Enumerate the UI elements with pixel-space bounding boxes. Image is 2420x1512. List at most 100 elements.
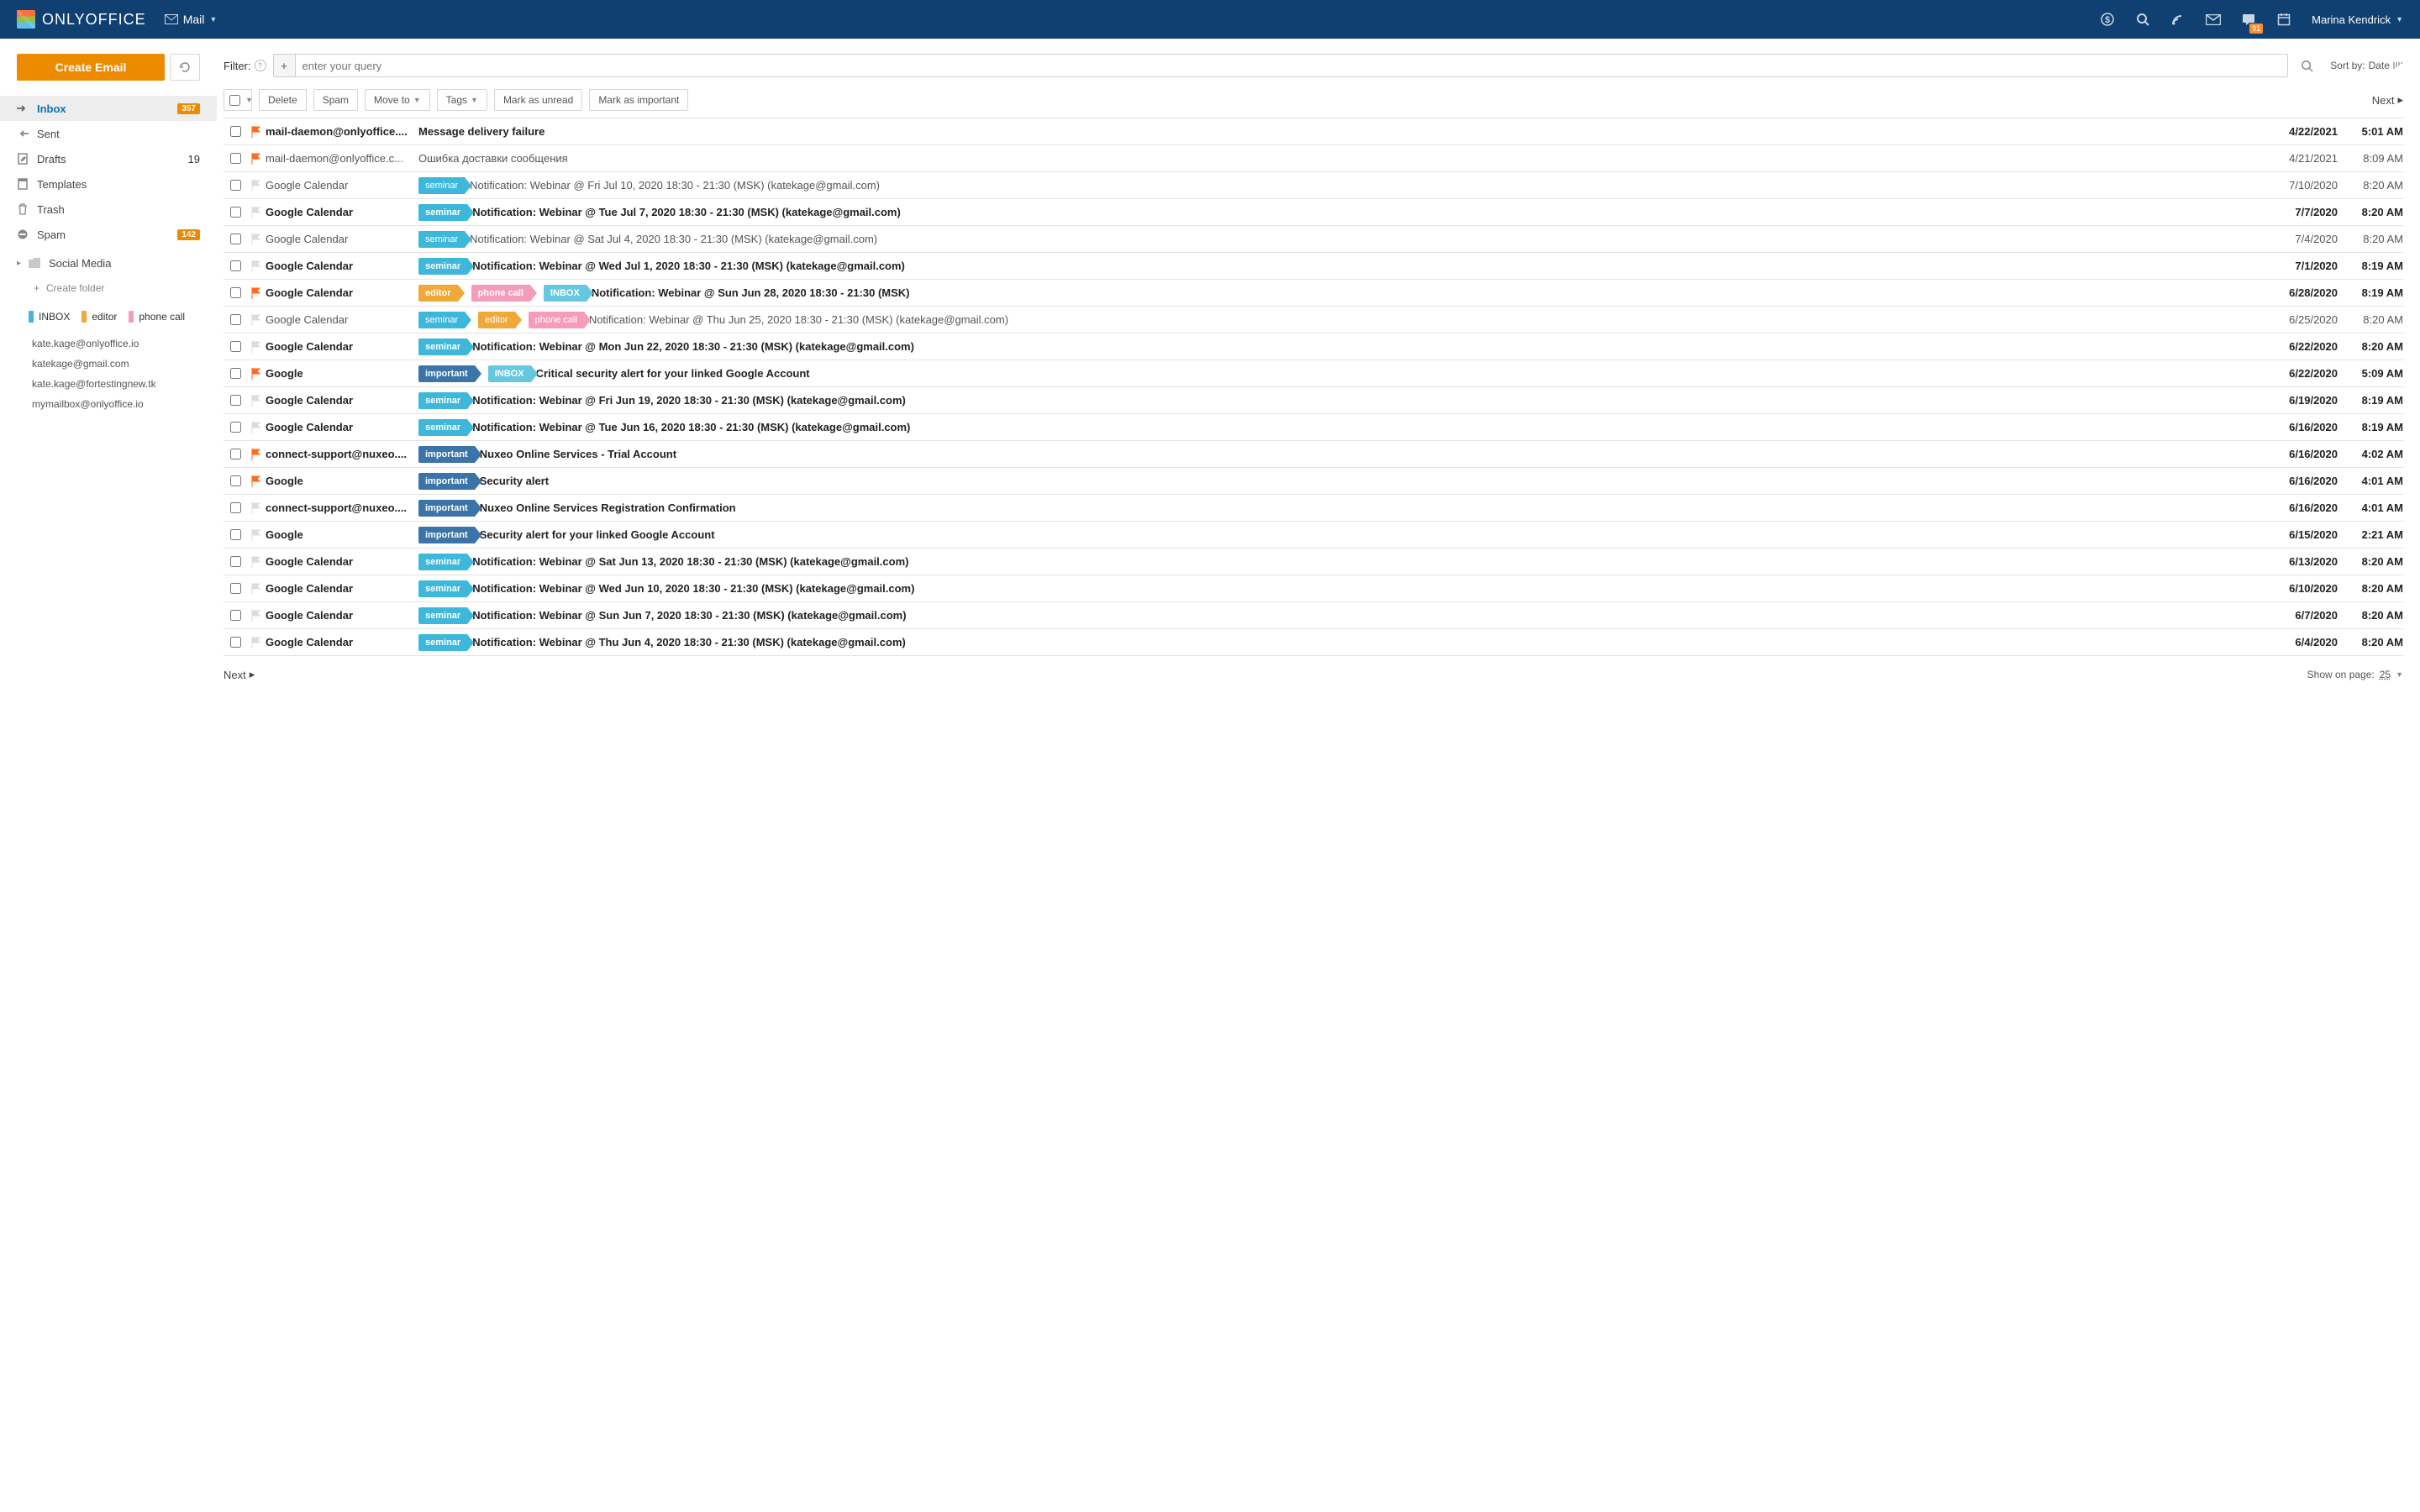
tag-seminar[interactable]: seminar (418, 392, 467, 409)
select-all-checkbox[interactable]: ▼ (224, 89, 252, 111)
mail-row[interactable]: Google CalendarseminarNotification: Webi… (224, 387, 2403, 414)
filter-input[interactable] (296, 55, 2288, 76)
mail-row[interactable]: Google CalendarseminarNotification: Webi… (224, 629, 2403, 656)
mail-row[interactable]: mail-daemon@onlyoffice.c...Ошибка достав… (224, 145, 2403, 172)
sort-by[interactable]: Sort by: Date (2330, 60, 2403, 71)
help-icon[interactable]: ? (255, 60, 266, 71)
sidebar-folder-trash[interactable]: Trash (0, 197, 217, 222)
page-size-selector[interactable]: Show on page: 25 ▼ (2307, 669, 2403, 680)
mail-subject[interactable]: importantNuxeo Online Services - Trial A… (418, 446, 2267, 463)
tag-seminar[interactable]: seminar (418, 580, 467, 597)
feed-icon[interactable] (2170, 12, 2186, 27)
mail-subject[interactable]: seminarNotification: Webinar @ Mon Jun 2… (418, 339, 2267, 355)
legend-item[interactable]: INBOX (29, 311, 70, 323)
tag-phonecall[interactable]: phone call (529, 312, 584, 328)
tag-inbox[interactable]: INBOX (544, 285, 587, 302)
tag-seminar[interactable]: seminar (418, 419, 467, 436)
flag-icon[interactable] (247, 529, 266, 541)
mail-sender[interactable]: Google Calendar (266, 340, 418, 353)
mail-row[interactable]: GoogleimportantSecurity alert for your l… (224, 522, 2403, 549)
flag-icon[interactable] (247, 449, 266, 460)
row-checkbox[interactable] (224, 529, 247, 540)
mail-subject[interactable]: editorphone callINBOXNotification: Webin… (418, 285, 2267, 302)
mail-row[interactable]: Google CalendarseminarNotification: Webi… (224, 575, 2403, 602)
mail-subject[interactable]: seminarNotification: Webinar @ Sat Jun 1… (418, 554, 2267, 570)
account-item[interactable]: kate.kage@fortestingnew.tk (32, 378, 200, 390)
tag-seminar[interactable]: seminar (418, 204, 467, 221)
tag-seminar[interactable]: seminar (418, 177, 465, 194)
sidebar-folder-spam[interactable]: Spam142 (0, 222, 217, 247)
mail-sender[interactable]: Google Calendar (266, 286, 418, 299)
mail-sender[interactable]: Google Calendar (266, 313, 418, 326)
row-checkbox[interactable] (224, 610, 247, 621)
mail-subject[interactable]: seminarNotification: Webinar @ Sat Jul 4… (418, 231, 2267, 248)
mail-sender[interactable]: Google Calendar (266, 233, 418, 245)
tags-button[interactable]: Tags▼ (437, 89, 487, 111)
tag-seminar[interactable]: seminar (418, 634, 467, 651)
delete-button[interactable]: Delete (259, 89, 307, 111)
next-page-top[interactable]: Next▸ (2372, 93, 2403, 107)
brand-logo[interactable]: ONLYOFFICE (17, 10, 146, 29)
legend-item[interactable]: phone call (129, 311, 185, 323)
search-icon[interactable] (2135, 12, 2150, 27)
tag-phonecall[interactable]: phone call (471, 285, 530, 302)
tag-important[interactable]: important (418, 473, 475, 490)
mail-subject[interactable]: seminarNotification: Webinar @ Tue Jul 7… (418, 204, 2267, 221)
mail-sender[interactable]: Google (266, 528, 418, 541)
flag-icon[interactable] (247, 126, 266, 138)
sidebar-folder-templates[interactable]: Templates (0, 171, 217, 197)
create-folder-button[interactable]: + Create folder (0, 276, 217, 301)
mail-row[interactable]: Google CalendarseminarNotification: Webi… (224, 199, 2403, 226)
mail-sender[interactable]: Google Calendar (266, 206, 418, 218)
mail-subject[interactable]: seminarNotification: Webinar @ Tue Jun 1… (418, 419, 2267, 436)
flag-icon[interactable] (247, 180, 266, 192)
mail-row[interactable]: connect-support@nuxeo....importantNuxeo … (224, 441, 2403, 468)
sidebar-folder-sent[interactable]: Sent (0, 121, 217, 146)
flag-icon[interactable] (247, 260, 266, 272)
refresh-button[interactable] (170, 54, 200, 81)
row-checkbox[interactable] (224, 180, 247, 191)
flag-icon[interactable] (247, 368, 266, 380)
tag-seminar[interactable]: seminar (418, 231, 465, 248)
tag-seminar[interactable]: seminar (418, 554, 467, 570)
mail-subject[interactable]: seminarNotification: Webinar @ Fri Jul 1… (418, 177, 2267, 194)
mail-row[interactable]: GoogleimportantINBOXCritical security al… (224, 360, 2403, 387)
mail-subject[interactable]: seminarNotification: Webinar @ Wed Jul 1… (418, 258, 2267, 275)
row-checkbox[interactable] (224, 556, 247, 567)
flag-icon[interactable] (247, 314, 266, 326)
sidebar-folder-social-media[interactable]: ▸ Social Media (0, 250, 217, 276)
mail-subject[interactable]: Ошибка доставки сообщения (418, 152, 2267, 165)
next-page-bottom[interactable]: Next▸ (224, 668, 255, 681)
mail-subject[interactable]: seminarNotification: Webinar @ Thu Jun 4… (418, 634, 2267, 651)
mail-subject[interactable]: Message delivery failure (418, 125, 2267, 138)
mail-sender[interactable]: Google Calendar (266, 609, 418, 622)
move-to-button[interactable]: Move to▼ (365, 89, 430, 111)
mail-sender[interactable]: Google Calendar (266, 582, 418, 595)
mail-row[interactable]: Google CalendarseminarNotification: Webi… (224, 333, 2403, 360)
mail-row[interactable]: Google CalendarseminarNotification: Webi… (224, 172, 2403, 199)
tag-inbox[interactable]: INBOX (488, 365, 531, 382)
mail-sender[interactable]: mail-daemon@onlyoffice.c... (266, 152, 418, 165)
row-checkbox[interactable] (224, 207, 247, 218)
tag-seminar[interactable]: seminar (418, 339, 467, 355)
add-filter-button[interactable]: + (274, 55, 296, 76)
create-email-button[interactable]: Create Email (17, 54, 165, 81)
flag-icon[interactable] (247, 637, 266, 648)
mail-sender[interactable]: Google Calendar (266, 394, 418, 407)
mail-row[interactable]: Google CalendarseminarNotification: Webi… (224, 414, 2403, 441)
present-icon[interactable]: $ (2100, 12, 2115, 27)
calendar-icon[interactable] (2276, 12, 2291, 27)
chat-icon[interactable]: 91 (2241, 12, 2256, 27)
account-item[interactable]: katekage@gmail.com (32, 358, 200, 370)
mail-header-icon[interactable] (2206, 12, 2221, 27)
mail-subject[interactable]: importantNuxeo Online Services Registrat… (418, 500, 2267, 517)
mail-sender[interactable]: Google Calendar (266, 636, 418, 648)
row-checkbox[interactable] (224, 287, 247, 298)
flag-icon[interactable] (247, 556, 266, 568)
mail-row[interactable]: Google Calendarseminareditorphone callNo… (224, 307, 2403, 333)
row-checkbox[interactable] (224, 583, 247, 594)
flag-icon[interactable] (247, 610, 266, 622)
mail-sender[interactable]: connect-support@nuxeo.... (266, 501, 418, 514)
mail-sender[interactable]: Google (266, 367, 418, 380)
flag-icon[interactable] (247, 475, 266, 487)
